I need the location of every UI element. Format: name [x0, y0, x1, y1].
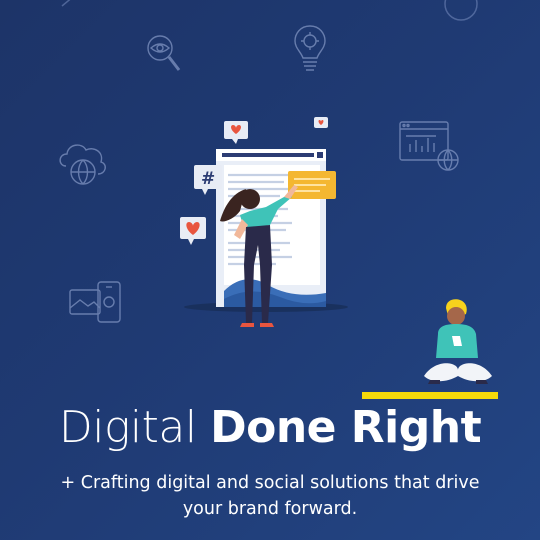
- circle-icon: [442, 0, 480, 24]
- cloud-globe-icon: [56, 134, 112, 190]
- lightbulb-gear-icon: [290, 22, 330, 74]
- tagline: + Crafting digital and social solutions …: [60, 473, 480, 519]
- browser-chart-globe-icon: [396, 118, 460, 174]
- eye-magnifier-icon: [144, 34, 184, 82]
- headline: Digital Done Right: [0, 398, 540, 458]
- web-page-illustration: #: [180, 115, 360, 335]
- svg-text:#: #: [201, 169, 215, 189]
- sitting-person-illustration: [418, 296, 498, 392]
- pen-icon: [60, 0, 84, 10]
- headline-light: Digital: [58, 402, 197, 453]
- headline-bold: Done Right: [210, 402, 482, 453]
- mobile-photo-icon: [66, 278, 126, 326]
- banner: # Digital Done Right + Crafting digital …: [0, 0, 540, 540]
